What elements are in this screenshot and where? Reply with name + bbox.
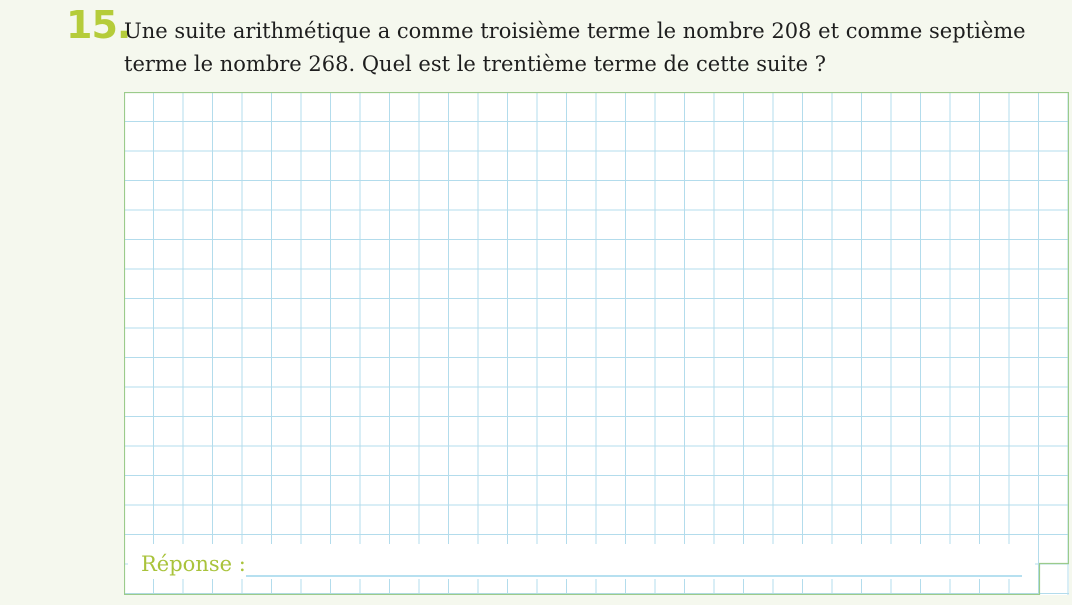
answer-grid-area[interactable] xyxy=(124,92,1069,595)
question-text: Une suite arithmétique a comme troisième… xyxy=(124,19,1026,76)
exercise-number: 15. xyxy=(66,3,131,47)
answer-blank-area xyxy=(128,544,1035,579)
response-label: Réponse : xyxy=(141,552,246,576)
grid-paper xyxy=(124,92,1069,595)
